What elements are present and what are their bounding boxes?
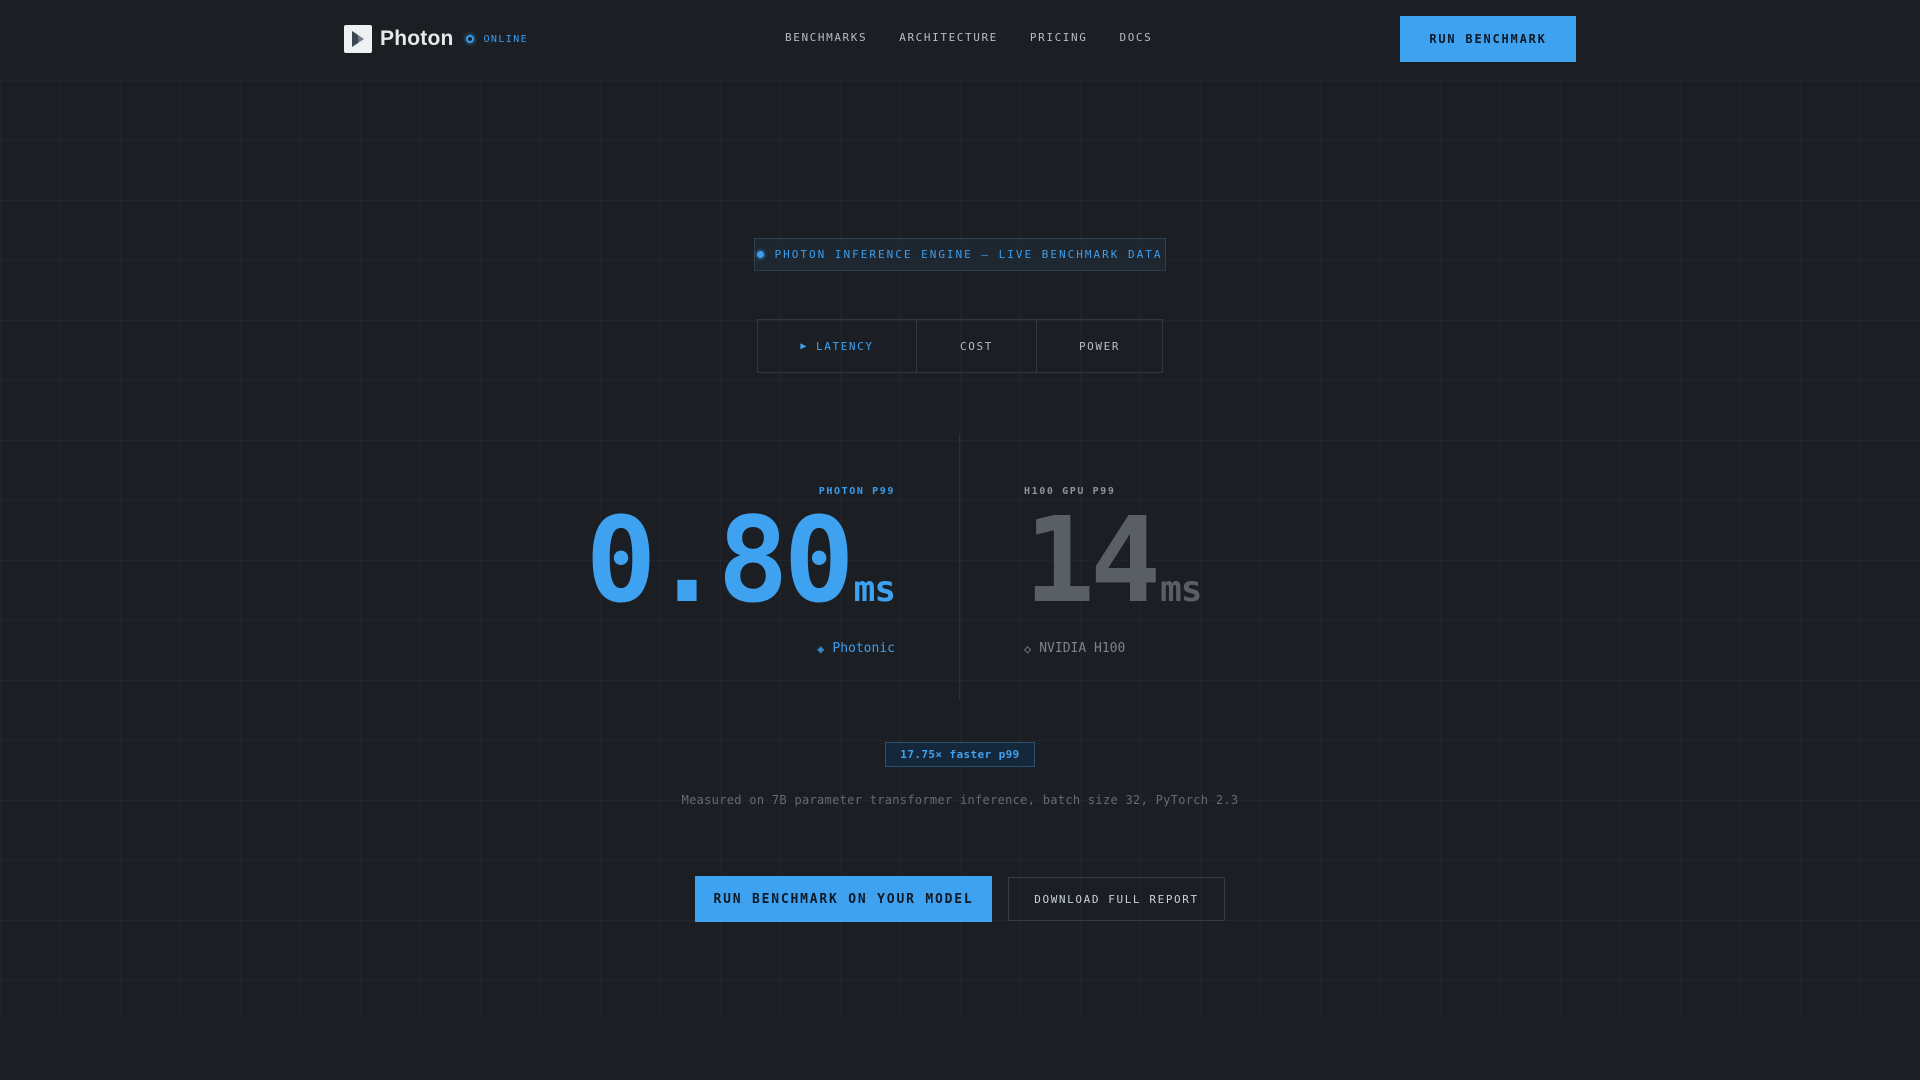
tab-power[interactable]: POWER <box>1036 320 1162 372</box>
tab-cost-label: COST <box>960 339 993 353</box>
tab-cost[interactable]: COST <box>916 320 1036 372</box>
gpu-metric-source: ◇ NVIDIA H100 <box>1024 641 1201 656</box>
gpu-metric: H100 GPU P99 14 ms ◇ NVIDIA H100 <box>1024 486 1202 656</box>
run-benchmark-on-model-button[interactable]: RUN BENCHMARK ON YOUR MODEL <box>695 876 992 922</box>
brand-name: Photon <box>380 27 454 50</box>
benchmark-note: Measured on 7B parameter transformer inf… <box>681 793 1239 807</box>
tab-power-label: POWER <box>1078 339 1121 353</box>
download-report-button[interactable]: DOWNLOAD FULL REPORT <box>1008 877 1225 921</box>
speedup-badge: 17.75× faster p99 <box>885 742 1035 767</box>
play-arrow-icon: ▶ <box>800 340 809 352</box>
play-logo-icon <box>344 25 372 53</box>
status-indicator: ONLINE <box>465 33 529 45</box>
run-benchmark-button[interactable]: RUN BENCHMARK <box>1400 16 1576 62</box>
gpu-metric-value: 14 ms <box>1024 501 1202 619</box>
tab-latency-label: LATENCY <box>816 339 874 353</box>
engine-badge: PHOTON INFERENCE ENGINE — LIVE BENCHMARK… <box>754 238 1166 271</box>
nav-link-pricing[interactable]: PRICING <box>1030 31 1088 44</box>
brand[interactable]: Photon ONLINE <box>344 25 528 53</box>
tab-latency[interactable]: ▶ LATENCY <box>758 320 916 372</box>
main-menu: BENCHMARKS ARCHITECTURE PRICING DOCS <box>785 31 1152 44</box>
metric-divider <box>959 434 960 700</box>
gpu-metric-unit: ms <box>1160 569 1202 610</box>
diamond-filled-icon: ◈ <box>817 641 825 656</box>
nav-link-architecture[interactable]: ARCHITECTURE <box>899 31 998 44</box>
gpu-metric-number: 14 <box>1024 491 1161 629</box>
gpu-source-label: NVIDIA H100 <box>1039 641 1126 656</box>
engine-badge-label: PHOTON INFERENCE ENGINE — LIVE BENCHMARK… <box>774 248 1163 261</box>
photon-metric-number: 0.80 <box>585 491 854 629</box>
status-dot-icon <box>465 35 474 43</box>
nav-link-docs[interactable]: DOCS <box>1119 31 1152 44</box>
nav-link-benchmarks[interactable]: BENCHMARKS <box>785 31 867 44</box>
status-label: ONLINE <box>483 33 529 45</box>
photon-metric-source: ◈ Photonic <box>585 641 895 656</box>
live-dot-icon <box>757 251 765 258</box>
diamond-outline-icon: ◇ <box>1024 641 1032 656</box>
photon-source-label: Photonic <box>832 641 895 656</box>
photon-metric-unit: ms <box>853 569 896 610</box>
photon-metric: PHOTON P99 0.80 ms ◈ Photonic <box>585 486 896 656</box>
photon-metric-value: 0.80 ms <box>585 501 896 619</box>
top-navigation: Photon ONLINE BENCHMARKS ARCHITECTURE PR… <box>0 0 1920 78</box>
metric-tabs: ▶ LATENCY COST POWER <box>757 319 1163 373</box>
